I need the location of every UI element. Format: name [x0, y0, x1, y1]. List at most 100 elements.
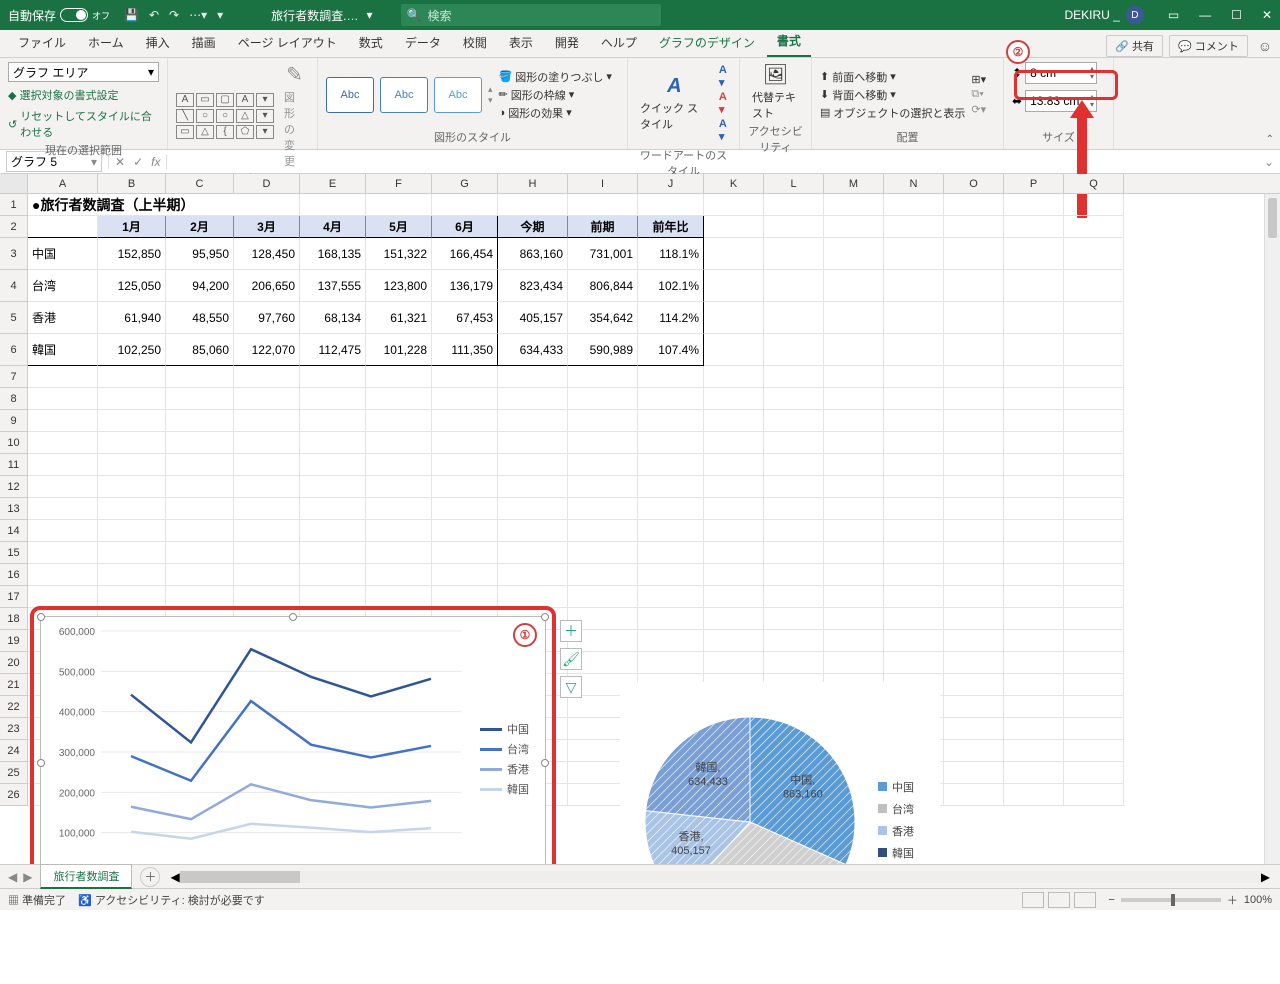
cell[interactable] — [944, 630, 1004, 652]
cell[interactable] — [764, 652, 824, 674]
accessibility-status[interactable]: ♿ アクセシビリティ: 検討が必要です — [78, 892, 265, 908]
quick-styles-button[interactable]: Aクイック スタイル — [636, 75, 713, 132]
cell[interactable] — [1064, 564, 1124, 586]
cell[interactable] — [1004, 740, 1064, 762]
cell[interactable] — [704, 520, 764, 542]
cell[interactable] — [432, 564, 498, 586]
cell[interactable] — [1064, 454, 1124, 476]
cell[interactable] — [638, 476, 704, 498]
cell[interactable]: 1月 — [98, 216, 166, 238]
minimize-icon[interactable]: ― — [1199, 8, 1211, 22]
worksheet-grid[interactable]: ABCDEFGHIJKLMNOPQ 1●旅行者数調査（上半期）21月2月3月4月… — [0, 174, 1280, 864]
qat-overflow[interactable]: ▾ — [217, 8, 223, 22]
cell[interactable]: 韓国 — [28, 334, 98, 366]
cell[interactable] — [704, 270, 764, 302]
cell[interactable] — [98, 586, 166, 608]
zoom-out-icon[interactable]: − — [1108, 894, 1114, 906]
cell[interactable] — [764, 216, 824, 238]
format-selection-button[interactable]: ◆ 選択対象の書式設定 — [8, 87, 159, 103]
column-header[interactable]: E — [300, 174, 366, 193]
text-effects-button[interactable]: A ▾ — [719, 118, 731, 143]
cell[interactable] — [1064, 762, 1124, 784]
autosave-toggle[interactable]: 自動保存 オフ — [8, 7, 110, 24]
cell[interactable] — [234, 564, 300, 586]
cell[interactable] — [432, 586, 498, 608]
cell[interactable] — [944, 520, 1004, 542]
cell[interactable] — [884, 366, 944, 388]
cell[interactable] — [704, 194, 764, 216]
cell[interactable] — [944, 586, 1004, 608]
cell[interactable]: 806,844 — [568, 270, 638, 302]
select-all-button[interactable] — [0, 174, 28, 193]
cell[interactable] — [824, 366, 884, 388]
row-header[interactable]: 16 — [0, 564, 28, 586]
cell[interactable] — [704, 498, 764, 520]
cell[interactable]: 今期 — [498, 216, 568, 238]
cell[interactable] — [764, 388, 824, 410]
row-header[interactable]: 19 — [0, 630, 28, 652]
cell[interactable] — [704, 476, 764, 498]
cell[interactable] — [824, 630, 884, 652]
cell[interactable] — [638, 608, 704, 630]
cell[interactable]: 香港 — [28, 302, 98, 334]
text-fill-button[interactable]: A ▾ — [719, 64, 731, 89]
cell[interactable]: 634,433 — [498, 334, 568, 366]
cell[interactable] — [1064, 302, 1124, 334]
cell[interactable] — [166, 586, 234, 608]
cell[interactable] — [944, 762, 1004, 784]
cell[interactable] — [884, 520, 944, 542]
cell[interactable] — [764, 520, 824, 542]
cell[interactable] — [498, 410, 568, 432]
cell[interactable] — [704, 216, 764, 238]
row-header[interactable]: 17 — [0, 586, 28, 608]
account-button[interactable]: DEKIRU _ D — [1064, 6, 1143, 24]
cell[interactable] — [300, 194, 366, 216]
row-header[interactable]: 4 — [0, 270, 28, 302]
column-header[interactable]: J — [638, 174, 704, 193]
cell[interactable]: 67,453 — [432, 302, 498, 334]
cell[interactable] — [1004, 388, 1064, 410]
cell[interactable]: 863,160 — [498, 238, 568, 270]
cell[interactable] — [1004, 334, 1064, 366]
cell[interactable] — [1004, 564, 1064, 586]
ribbon-mode-icon[interactable]: ▭ — [1168, 8, 1179, 22]
row-header[interactable]: 6 — [0, 334, 28, 366]
row-header[interactable]: 18 — [0, 608, 28, 630]
cell[interactable] — [166, 454, 234, 476]
search-input[interactable]: 🔍 検索 — [401, 4, 661, 26]
cell[interactable] — [1064, 216, 1124, 238]
cell[interactable] — [944, 334, 1004, 366]
row-header[interactable]: 11 — [0, 454, 28, 476]
row-header[interactable]: 10 — [0, 432, 28, 454]
cell[interactable] — [1064, 388, 1124, 410]
cell[interactable] — [764, 608, 824, 630]
tab-data[interactable]: データ — [395, 30, 451, 57]
cell[interactable] — [764, 410, 824, 432]
cell[interactable] — [28, 454, 98, 476]
cell[interactable] — [498, 194, 568, 216]
row-header[interactable]: 20 — [0, 652, 28, 674]
cell[interactable] — [498, 564, 568, 586]
cell[interactable] — [884, 216, 944, 238]
cell[interactable] — [944, 454, 1004, 476]
row-header[interactable]: 7 — [0, 366, 28, 388]
cell[interactable] — [1064, 476, 1124, 498]
cell[interactable] — [704, 334, 764, 366]
cell[interactable] — [944, 564, 1004, 586]
cell[interactable] — [234, 498, 300, 520]
cell[interactable] — [944, 784, 1004, 806]
cell[interactable] — [1004, 762, 1064, 784]
comment-button[interactable]: 💬 コメント — [1169, 35, 1248, 57]
cell[interactable] — [1064, 334, 1124, 366]
cell[interactable] — [366, 586, 432, 608]
cell[interactable] — [824, 388, 884, 410]
cell[interactable]: 111,350 — [432, 334, 498, 366]
cell[interactable] — [432, 388, 498, 410]
cell[interactable] — [764, 476, 824, 498]
cell[interactable] — [704, 366, 764, 388]
cell[interactable]: 166,454 — [432, 238, 498, 270]
cell[interactable] — [498, 454, 568, 476]
group-button[interactable]: ⧉▾ — [971, 88, 986, 101]
cell[interactable] — [884, 608, 944, 630]
reset-style-button[interactable]: ↺ リセットしてスタイルに合わせる — [8, 108, 159, 140]
